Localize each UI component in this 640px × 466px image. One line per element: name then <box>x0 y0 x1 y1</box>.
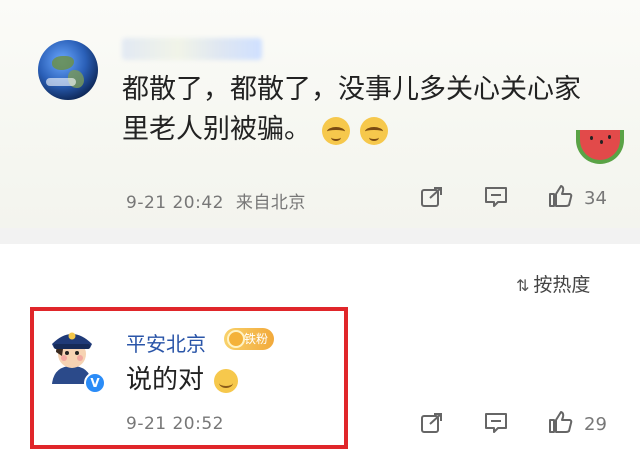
comment-meta: 9-21 20:42 来自北京 <box>126 188 306 213</box>
comment-text: 说的对 <box>126 360 239 400</box>
comment-text: 都散了，都散了，没事儿多关心关心家 <box>122 70 602 110</box>
like-icon[interactable] <box>548 410 573 433</box>
comment-text-line: 都散了，都散了，没事儿多关心关心家 <box>122 74 581 105</box>
comment-author[interactable]: 平安北京 <box>126 328 206 357</box>
smile-emoji-icon <box>214 368 239 393</box>
like-icon[interactable] <box>548 184 573 207</box>
fan-badge[interactable]: 铁粉 <box>224 328 274 350</box>
comment-time: 9-21 20:52 <box>126 414 224 434</box>
crown-icon <box>227 330 245 348</box>
blurred-username[interactable] <box>122 38 262 60</box>
comment-icon[interactable] <box>484 186 508 208</box>
avatar-land <box>52 56 74 70</box>
like-count: 34 <box>584 188 607 209</box>
section-divider <box>0 228 640 244</box>
share-icon[interactable] <box>420 186 444 208</box>
share-icon[interactable] <box>420 412 444 434</box>
seed <box>600 140 603 144</box>
comment-text: 里老人别被骗。 <box>122 110 602 150</box>
cat-emoji-icon <box>360 116 389 145</box>
comment-text-line: 里老人别被骗。 <box>122 114 311 145</box>
sort-icon: ⇅ <box>516 276 530 295</box>
seed <box>608 135 611 139</box>
sort-toggle[interactable]: ⇅ 按热度 <box>516 270 590 297</box>
fan-badge-label: 铁粉 <box>243 332 268 346</box>
comment-time: 9-21 20:42 <box>126 193 224 213</box>
seed <box>590 136 593 140</box>
like-count: 29 <box>584 414 607 435</box>
cat-emoji-icon <box>321 116 350 145</box>
avatar-cloud <box>46 78 76 86</box>
avatar[interactable] <box>38 40 98 100</box>
comment-location: 来自北京 <box>235 193 306 213</box>
comment-text-line: 说的对 <box>126 365 205 395</box>
comment-icon[interactable] <box>484 412 508 434</box>
comment-meta: 9-21 20:52 <box>126 414 224 434</box>
sort-label: 按热度 <box>533 274 591 296</box>
verified-badge-icon: V <box>84 372 106 394</box>
